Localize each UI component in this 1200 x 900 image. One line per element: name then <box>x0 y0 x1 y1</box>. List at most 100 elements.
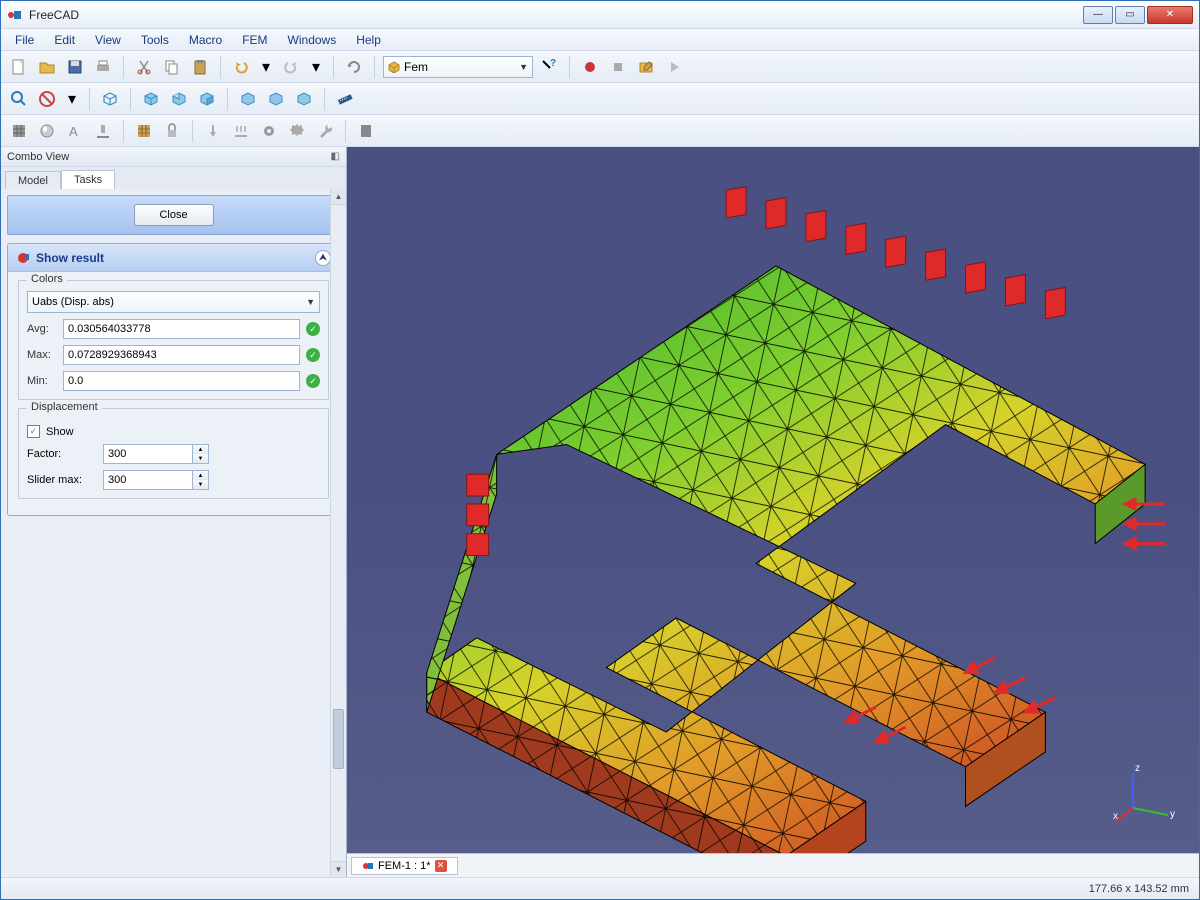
menu-file[interactable]: File <box>7 31 42 49</box>
close-tab-icon[interactable]: ✕ <box>435 860 447 872</box>
view-rear-icon[interactable] <box>236 87 260 111</box>
fem-gear-icon[interactable] <box>257 119 281 143</box>
viewport-3d[interactable]: z y x <box>347 147 1199 853</box>
menu-tools[interactable]: Tools <box>133 31 177 49</box>
show-checkbox[interactable]: ✓ <box>27 425 40 438</box>
view-iso-icon[interactable] <box>98 87 122 111</box>
draw-style-icon[interactable] <box>35 87 59 111</box>
doc-tab[interactable]: FEM-1 : 1* ✕ <box>351 857 458 875</box>
undock-icon[interactable]: ◧ <box>331 151 340 162</box>
undo-icon[interactable] <box>229 55 253 79</box>
macro-play-icon[interactable] <box>662 55 686 79</box>
scroll-up-icon[interactable]: ▲ <box>331 189 346 205</box>
task-body: Close Show result ⮝ Colors Uabs (Disp. a… <box>1 189 346 877</box>
macro-stop-icon[interactable] <box>606 55 630 79</box>
fem-settings-icon[interactable] <box>285 119 309 143</box>
spin-down-icon[interactable]: ▼ <box>193 480 208 489</box>
chevron-down-icon: ▼ <box>306 297 315 307</box>
print-icon[interactable] <box>91 55 115 79</box>
task-panel-header[interactable]: Show result ⮝ <box>8 244 339 272</box>
spin-down-icon[interactable]: ▼ <box>193 454 208 463</box>
doc-tab-label: FEM-1 : 1* <box>378 860 431 872</box>
toolbar-separator <box>227 88 228 110</box>
draw-style-dropdown-icon[interactable]: ▾ <box>63 87 81 111</box>
menu-windows[interactable]: Windows <box>280 31 345 49</box>
scroll-down-icon[interactable]: ▼ <box>331 861 346 877</box>
measure-icon[interactable] <box>333 87 357 111</box>
min-field[interactable] <box>63 371 300 391</box>
minimize-button[interactable]: — <box>1083 6 1113 24</box>
refresh-icon[interactable] <box>342 55 366 79</box>
slidermax-field[interactable] <box>103 470 193 490</box>
fem-solver-icon[interactable] <box>132 119 156 143</box>
new-icon[interactable] <box>7 55 31 79</box>
zoom-fit-icon[interactable] <box>7 87 31 111</box>
menu-edit[interactable]: Edit <box>46 31 83 49</box>
task-scrollbar[interactable]: ▲ ▼ <box>330 189 346 877</box>
view-3d: z y x FEM-1 : 1* ✕ <box>347 147 1199 877</box>
toolbar-separator <box>569 56 570 78</box>
spin-up-icon[interactable]: ▲ <box>193 445 208 454</box>
redo-icon[interactable] <box>279 55 303 79</box>
fem-analysis-icon[interactable]: A <box>63 119 87 143</box>
slidermax-stepper[interactable]: ▲▼ <box>103 470 209 490</box>
view-left-icon[interactable] <box>292 87 316 111</box>
fem-result-icon[interactable] <box>354 119 378 143</box>
maximize-button[interactable]: ▭ <box>1115 6 1145 24</box>
slidermax-label: Slider max: <box>27 474 97 486</box>
main-area: Combo View ◧ Model Tasks Close Show resu… <box>1 147 1199 877</box>
fem-mesh-visualization <box>347 147 1199 853</box>
macro-edit-icon[interactable] <box>634 55 658 79</box>
gear-icon <box>16 251 30 265</box>
collapse-icon[interactable]: ⮝ <box>315 250 331 266</box>
fem-pressure-icon[interactable] <box>229 119 253 143</box>
save-icon[interactable] <box>63 55 87 79</box>
avg-field[interactable] <box>63 319 300 339</box>
menu-help[interactable]: Help <box>348 31 389 49</box>
tab-tasks[interactable]: Tasks <box>61 170 115 190</box>
cut-icon[interactable] <box>132 55 156 79</box>
fem-mesh-icon[interactable] <box>7 119 31 143</box>
svg-text:z: z <box>1135 763 1140 774</box>
factor-label: Factor: <box>27 448 97 460</box>
toolbar-separator <box>89 88 90 110</box>
fem-constraint-icon[interactable] <box>91 119 115 143</box>
statusbar: 177.66 x 143.52 mm <box>1 877 1199 899</box>
view-front-icon[interactable] <box>139 87 163 111</box>
redo-dropdown-icon[interactable]: ▾ <box>307 55 325 79</box>
toolbar-separator <box>324 88 325 110</box>
show-label: Show <box>46 426 74 438</box>
menu-macro[interactable]: Macro <box>181 31 230 49</box>
workbench-selector[interactable]: Fem ▼ <box>383 56 533 78</box>
task-panel-title: Show result <box>36 251 104 265</box>
document-tabs: FEM-1 : 1* ✕ <box>347 853 1199 877</box>
close-button[interactable]: ✕ <box>1147 6 1193 24</box>
view-right-icon[interactable] <box>195 87 219 111</box>
color-mode-select[interactable]: Uabs (Disp. abs) ▼ <box>27 291 320 313</box>
fem-material-icon[interactable] <box>35 119 59 143</box>
paste-icon[interactable] <box>188 55 212 79</box>
factor-field[interactable] <box>103 444 193 464</box>
fem-wrench-icon[interactable] <box>313 119 337 143</box>
factor-stepper[interactable]: ▲▼ <box>103 444 209 464</box>
combo-view: Combo View ◧ Model Tasks Close Show resu… <box>1 147 347 877</box>
fem-force-icon[interactable] <box>201 119 225 143</box>
copy-icon[interactable] <box>160 55 184 79</box>
scroll-thumb[interactable] <box>333 709 344 769</box>
view-top-icon[interactable] <box>167 87 191 111</box>
fem-lock-icon[interactable] <box>160 119 184 143</box>
open-icon[interactable] <box>35 55 59 79</box>
macro-record-icon[interactable] <box>578 55 602 79</box>
spin-up-icon[interactable]: ▲ <box>193 471 208 480</box>
max-field[interactable] <box>63 345 300 365</box>
toolbar-separator <box>130 88 131 110</box>
tab-model[interactable]: Model <box>5 171 61 190</box>
menu-view[interactable]: View <box>87 31 129 49</box>
max-label: Max: <box>27 349 57 361</box>
group-disp-legend: Displacement <box>27 401 102 413</box>
whatsthis-icon[interactable]: ? <box>537 55 561 79</box>
undo-dropdown-icon[interactable]: ▾ <box>257 55 275 79</box>
menu-fem[interactable]: FEM <box>234 31 275 49</box>
close-task-button[interactable]: Close <box>134 204 214 226</box>
view-bottom-icon[interactable] <box>264 87 288 111</box>
